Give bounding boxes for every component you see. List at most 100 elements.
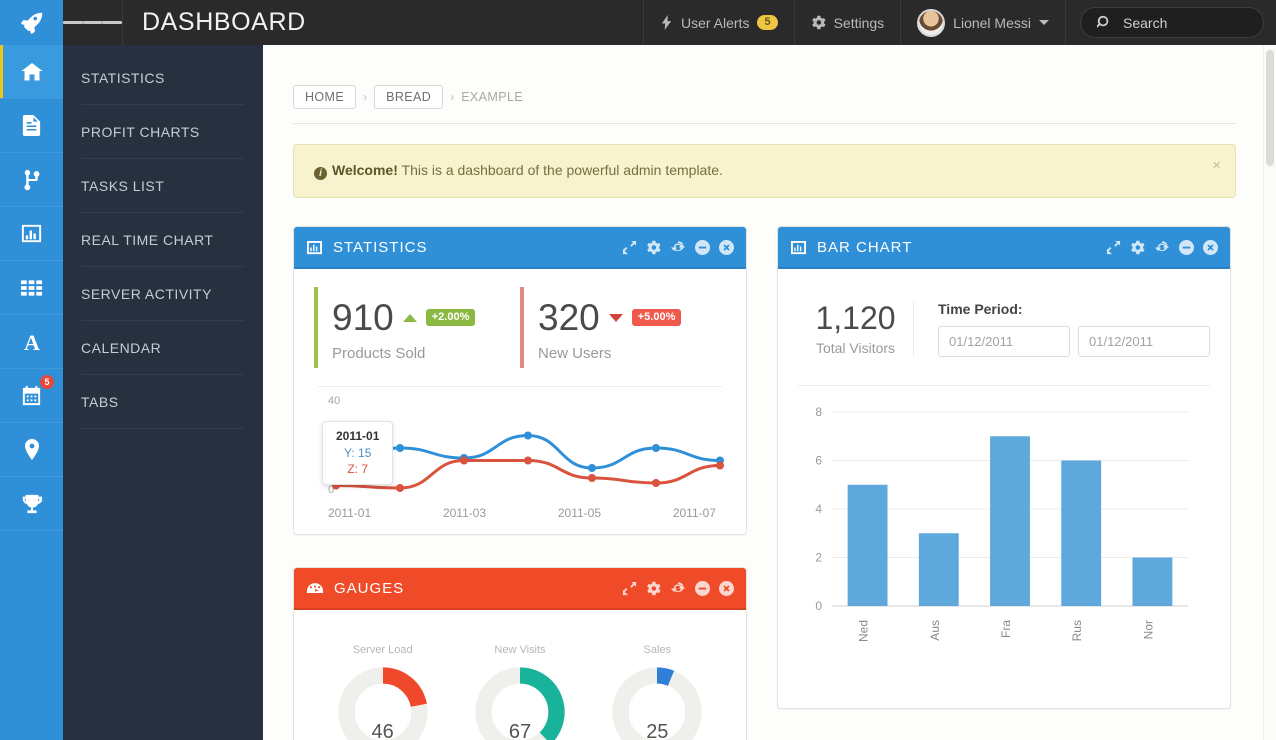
bar-chart-panel-header: BAR CHART <box>778 227 1230 269</box>
search-icon <box>1097 15 1109 28</box>
breadcrumb-current: EXAMPLE <box>461 90 524 104</box>
total-visitors-label: Total Visitors <box>815 340 896 356</box>
sidebar-item-real-time-chart[interactable]: REAL TIME CHART <box>81 213 245 267</box>
tooltip-title: 2011-01 <box>336 429 380 443</box>
gauge-label: New Visits <box>494 644 546 656</box>
sidebar-item-label: TABS <box>81 393 119 410</box>
gauge-group: Server Load 46 New Visits 67 Sales 25 <box>314 628 726 740</box>
date-to-input[interactable] <box>1078 326 1210 357</box>
topbar-actions: User Alerts 5 Settings Lionel Messi <box>642 0 1276 45</box>
minimize-icon[interactable] <box>695 580 710 596</box>
gauges-panel-body: Server Load 46 New Visits 67 Sales 25 <box>294 610 746 740</box>
svg-text:Nor: Nor <box>1141 620 1155 639</box>
breadcrumb-separator: › <box>363 90 368 104</box>
sidebar-item-statistics[interactable]: STATISTICS <box>81 51 245 105</box>
calendar-badge: 5 <box>40 375 54 389</box>
stat-delta: +5.00% <box>631 309 682 326</box>
user-alerts-button[interactable]: User Alerts 5 <box>642 0 794 45</box>
rail-item-typography[interactable]: A <box>0 315 63 369</box>
right-column: BAR CHART 1,120 Total Visitors Time Peri… <box>777 226 1231 740</box>
time-period-label: Time Period: <box>938 301 1023 317</box>
breadcrumb-home[interactable]: HOME <box>293 85 357 109</box>
rail-item-maps[interactable] <box>0 423 63 477</box>
sidebar-item-calendar[interactable]: CALENDAR <box>81 321 245 375</box>
alert-close-button[interactable]: × <box>1212 158 1221 173</box>
rail-item-awards[interactable] <box>0 477 63 531</box>
rail-item-calendar[interactable]: 5 <box>0 369 63 423</box>
minimize-icon[interactable] <box>695 239 710 255</box>
search-box[interactable] <box>1080 7 1264 38</box>
close-icon[interactable] <box>1203 239 1218 255</box>
trend-up-icon <box>402 313 417 322</box>
statistics-panel-title: STATISTICS <box>333 238 428 256</box>
statistics-panel-header: STATISTICS <box>294 227 746 269</box>
breadcrumb-bread[interactable]: BREAD <box>374 85 444 109</box>
trophy-icon <box>22 494 42 513</box>
search-input[interactable] <box>1121 13 1245 32</box>
total-visitors: 1,120 Total Visitors <box>798 302 913 356</box>
avatar <box>917 8 946 37</box>
vertical-scrollbar[interactable] <box>1263 45 1276 740</box>
sidebar-item-tabs[interactable]: TABS <box>81 375 245 429</box>
document-icon <box>22 114 41 137</box>
rail-item-sitemap[interactable] <box>0 153 63 207</box>
panel-tools <box>622 580 734 596</box>
rocket-icon <box>20 12 42 34</box>
refresh-icon[interactable] <box>670 240 686 255</box>
refresh-icon[interactable] <box>670 581 686 596</box>
close-icon[interactable] <box>719 239 734 255</box>
user-menu-button[interactable]: Lionel Messi <box>900 0 1065 45</box>
hamburger-icon <box>82 21 103 24</box>
chart-panel-icon <box>307 240 322 254</box>
gauge-server-load: Server Load 46 <box>314 644 451 740</box>
icon-rail: A 5 <box>0 45 63 740</box>
sidebar-item-label: STATISTICS <box>81 69 165 86</box>
stat-value: 910 <box>332 297 394 338</box>
gear-icon <box>811 15 826 30</box>
date-from-input[interactable] <box>938 326 1070 357</box>
breadcrumb: HOME › BREAD › EXAMPLE <box>293 85 1236 124</box>
line-chart[interactable]: 40 0 2011-01 Y: 15 Z: 7 2011-01 2011-03 … <box>314 395 726 520</box>
sidebar-item-label: PROFIT CHARTS <box>81 123 200 140</box>
minimize-icon[interactable] <box>1179 239 1194 255</box>
xtick: 2011-05 <box>557 506 602 520</box>
bar-chart[interactable]: 0 2 4 6 8 Ned Aus Fra Rus Nor <box>798 385 1210 694</box>
gauge-sales: Sales 25 <box>589 644 726 740</box>
sidebar-item-server-activity[interactable]: SERVER ACTIVITY <box>81 267 245 321</box>
trend-down-icon <box>608 313 623 322</box>
rail-item-home[interactable] <box>0 45 63 99</box>
sidebar-item-label: TASKS LIST <box>81 177 165 194</box>
gear-icon[interactable] <box>646 240 661 255</box>
gauge-label: Server Load <box>352 644 413 656</box>
sidebar-item-tasks-list[interactable]: TASKS LIST <box>81 159 245 213</box>
calendar-icon <box>22 385 41 406</box>
settings-button[interactable]: Settings <box>793 0 901 45</box>
close-icon[interactable] <box>719 580 734 596</box>
sidebar-menu: STATISTICS PROFIT CHARTS TASKS LIST REAL… <box>63 45 263 740</box>
hamburger-icon <box>63 21 83 24</box>
expand-icon[interactable] <box>622 240 637 255</box>
hamburger-icon <box>102 21 123 24</box>
expand-icon[interactable] <box>1106 240 1121 255</box>
gauge-icon <box>306 582 324 593</box>
expand-icon[interactable] <box>622 581 637 596</box>
refresh-icon[interactable] <box>1154 240 1170 255</box>
stat-label: Products Sold <box>332 345 426 362</box>
gear-icon[interactable] <box>1130 240 1145 255</box>
scrollbar-thumb[interactable] <box>1266 50 1274 166</box>
svg-text:2: 2 <box>815 551 822 565</box>
rail-item-document[interactable] <box>0 99 63 153</box>
gear-icon[interactable] <box>646 581 661 596</box>
rail-item-charts[interactable] <box>0 207 63 261</box>
menu-toggle-button[interactable] <box>63 0 123 45</box>
gauges-panel: GAUGES Server Load 46 New Visits 67 Sale… <box>293 567 747 740</box>
chart-panel-icon <box>791 240 806 254</box>
svg-text:Fra: Fra <box>999 620 1013 638</box>
svg-text:8: 8 <box>815 405 822 419</box>
stat-new-users: 320 +5.00% New Users <box>520 287 726 368</box>
app-logo[interactable] <box>0 0 63 45</box>
svg-text:Ned: Ned <box>857 620 871 642</box>
rail-item-grid[interactable] <box>0 261 63 315</box>
sidebar-item-profit-charts[interactable]: PROFIT CHARTS <box>81 105 245 159</box>
settings-label: Settings <box>833 14 885 31</box>
